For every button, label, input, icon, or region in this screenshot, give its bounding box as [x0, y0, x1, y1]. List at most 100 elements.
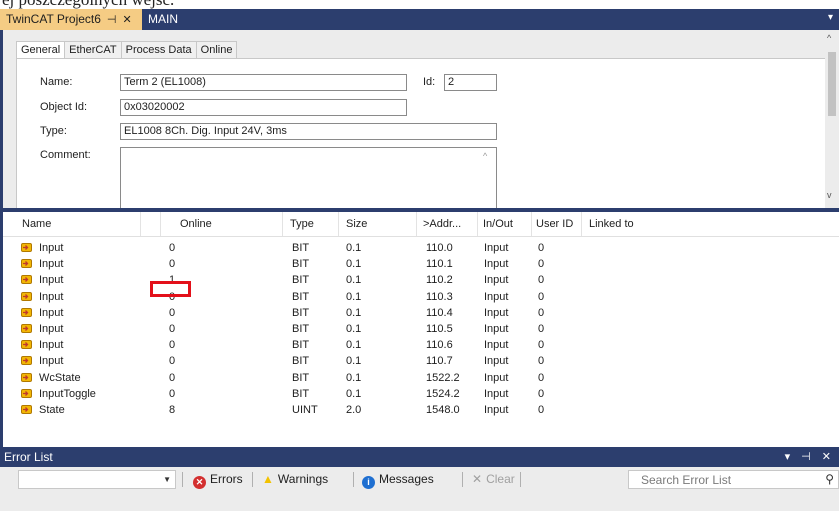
scope-dropdown[interactable]: ▼: [18, 470, 176, 489]
col-address[interactable]: >Addr...: [423, 218, 461, 230]
warnings-filter-button[interactable]: ▲ Warnings: [262, 470, 328, 489]
cell-type: BIT: [292, 323, 310, 335]
warnings-label: Warnings: [277, 472, 329, 486]
col-online[interactable]: Online: [180, 218, 212, 230]
col-linked-to[interactable]: Linked to: [589, 218, 634, 230]
cell-name: Input: [39, 274, 64, 287]
editor-scrollbar[interactable]: ^ v: [825, 30, 839, 208]
cell-name: Input: [39, 339, 64, 352]
cell-inout: Input: [484, 290, 509, 303]
object-id-label: Object Id:: [40, 101, 88, 113]
col-userid[interactable]: User ID: [536, 218, 573, 230]
cell-address: 110.2: [426, 274, 453, 287]
comment-field[interactable]: [120, 147, 497, 209]
warning-triangle-icon: ▲: [262, 472, 274, 486]
window-controls[interactable]: ▾ ⊣ ✕: [785, 450, 835, 463]
cell-type: BIT: [292, 306, 310, 319]
errors-label: Errors: [210, 472, 243, 486]
cell-address: 110.0: [426, 242, 453, 254]
tab-general[interactable]: General: [16, 41, 66, 59]
input-variable-icon: [21, 388, 32, 398]
cell-size: 0.1: [346, 242, 362, 254]
input-variable-icon: [21, 259, 32, 269]
chevron-down-icon: ▼: [163, 475, 171, 484]
tab-process-data[interactable]: Process Data: [120, 41, 197, 58]
table-row[interactable]: Input 1 BIT 0.1 110.2 Input 0: [3, 272, 839, 288]
table-row[interactable]: InputToggle 0 BIT 0.1 1524.2 Input 0: [3, 386, 839, 402]
cell-online: 8: [169, 404, 176, 416]
cell-userid: 0: [538, 355, 545, 368]
table-row[interactable]: Input 0 BIT 0.1 110.3 Input 0: [3, 289, 839, 305]
error-list-title: Error List: [4, 450, 53, 464]
column-divider: [477, 212, 478, 236]
table-row[interactable]: Input 0 BIT 0.1 110.0 Input 0: [3, 240, 839, 256]
cell-userid: 0: [538, 258, 545, 271]
chevron-down-icon[interactable]: ▾: [828, 12, 833, 23]
col-name[interactable]: Name: [22, 218, 51, 230]
search-error-list-input[interactable]: Search Error List ⚲: [628, 470, 839, 489]
cell-size: 0.1: [346, 323, 362, 335]
col-size[interactable]: Size: [346, 218, 367, 230]
close-icon[interactable]: ✕: [123, 10, 132, 30]
table-row[interactable]: Input 0 BIT 0.1 110.6 Input 0: [3, 337, 839, 353]
scroll-up-icon[interactable]: ^: [827, 33, 831, 43]
toolbar-divider: [462, 472, 463, 487]
scroll-thumb[interactable]: [828, 52, 836, 116]
name-field[interactable]: Term 2 (EL1008): [120, 74, 407, 91]
general-panel: Name: Term 2 (EL1008) Id: 2 Object Id: 0…: [16, 58, 826, 209]
cell-type: BIT: [292, 274, 310, 287]
input-variable-icon: [21, 275, 32, 285]
cell-size: 0.1: [346, 387, 362, 400]
cell-inout: Input: [484, 387, 509, 400]
cell-inout: Input: [484, 355, 509, 368]
cell-userid: 0: [538, 323, 545, 335]
clear-label: Clear: [486, 472, 515, 486]
cell-address: 110.5: [426, 323, 453, 335]
column-divider: [581, 212, 582, 236]
variables-table: Name Online Type Size >Addr... In/Out Us…: [0, 212, 839, 447]
type-field[interactable]: EL1008 8Ch. Dig. Input 24V, 3ms: [120, 123, 497, 140]
cell-size: 0.1: [346, 371, 362, 384]
error-circle-icon: ✕: [193, 476, 206, 489]
object-id-field[interactable]: 0x03020002: [120, 99, 407, 116]
toolbar-divider: [520, 472, 521, 487]
cell-address: 110.1: [426, 258, 453, 271]
cell-inout: Input: [484, 306, 509, 319]
type-label: Type:: [40, 125, 67, 137]
messages-filter-button[interactable]: i Messages: [362, 470, 434, 489]
cell-type: BIT: [292, 290, 310, 303]
input-variable-icon: [21, 372, 32, 382]
table-row[interactable]: Input 0 BIT 0.1 110.7 Input 0: [3, 353, 839, 369]
cell-size: 0.1: [346, 355, 362, 368]
cell-address: 110.6: [426, 339, 453, 352]
cell-name: InputToggle: [39, 387, 96, 400]
cell-type: BIT: [292, 339, 310, 352]
cell-userid: 0: [538, 290, 545, 303]
tab-online[interactable]: Online: [195, 41, 238, 58]
cell-name: Input: [39, 258, 64, 271]
tab-project[interactable]: TwinCAT Project6 ⊣ ✕: [0, 9, 142, 30]
cell-online: 0: [169, 339, 176, 352]
tab-main[interactable]: MAIN: [142, 9, 208, 30]
id-field[interactable]: 2: [444, 74, 497, 91]
comment-label: Comment:: [40, 149, 91, 161]
cell-address: 1522.2: [426, 371, 460, 384]
table-row[interactable]: WcState 0 BIT 0.1 1522.2 Input 0: [3, 370, 839, 386]
table-row[interactable]: Input 0 BIT 0.1 110.1 Input 0: [3, 256, 839, 272]
table-row[interactable]: Input 0 BIT 0.1 110.4 Input 0: [3, 305, 839, 321]
clear-button[interactable]: ✕ Clear: [472, 470, 515, 489]
tab-ethercat[interactable]: EtherCAT: [64, 41, 122, 58]
pin-icon[interactable]: ⊣: [107, 10, 117, 30]
comment-scroll-up-icon[interactable]: ^: [483, 151, 487, 161]
cell-online: 0: [169, 371, 176, 384]
input-variable-icon: [21, 307, 32, 317]
highlight-box: [150, 281, 191, 297]
col-inout[interactable]: In/Out: [483, 218, 513, 230]
table-row[interactable]: Input 0 BIT 0.1 110.5 Input 0: [3, 321, 839, 337]
table-row[interactable]: State 8 UINT 2.0 1548.0 Input 0: [3, 402, 839, 418]
scroll-down-icon[interactable]: v: [827, 190, 832, 200]
cell-userid: 0: [538, 387, 545, 400]
col-type[interactable]: Type: [290, 218, 314, 230]
errors-filter-button[interactable]: ✕ Errors: [193, 470, 243, 489]
caption-strip: ej poszczególnych wejść.: [0, 0, 839, 9]
